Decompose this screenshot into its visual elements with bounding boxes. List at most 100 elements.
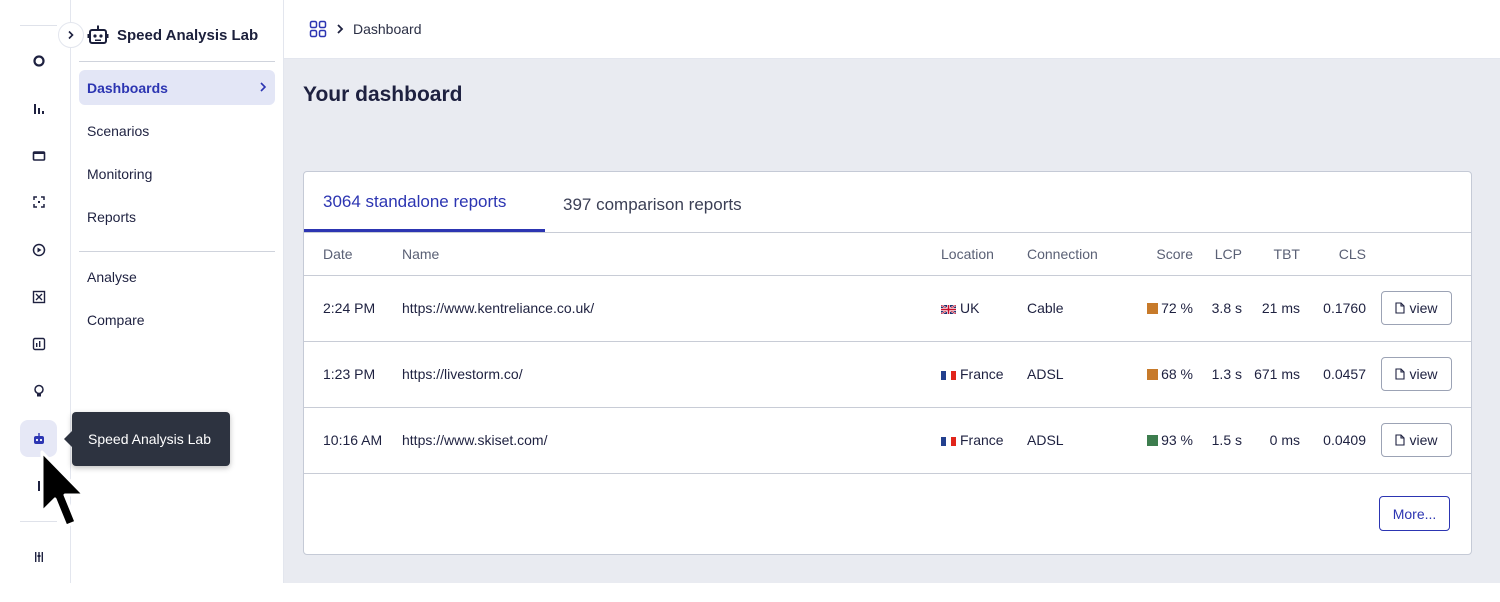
- bulb-icon[interactable]: [20, 372, 57, 409]
- cell-date: 10:16 AM: [304, 407, 402, 474]
- column-header-connection[interactable]: Connection: [1027, 233, 1134, 276]
- column-header-date[interactable]: Date: [304, 233, 402, 276]
- france-flag-icon: [941, 371, 956, 380]
- column-header-lcp[interactable]: LCP: [1193, 233, 1242, 276]
- cell-action: view: [1366, 341, 1471, 408]
- circle-icon[interactable]: [20, 42, 57, 79]
- cell-action: view: [1366, 275, 1471, 342]
- column-header-actions: [1366, 233, 1471, 276]
- scan-icon[interactable]: [20, 183, 57, 220]
- cell-tbt: 0 ms: [1242, 407, 1300, 474]
- window-icon[interactable]: [20, 137, 57, 174]
- cell-connection: ADSL: [1027, 341, 1134, 408]
- chevron-right-icon: [260, 82, 267, 92]
- sidebar-item-dashboards[interactable]: Dashboards: [79, 70, 275, 105]
- column-header-tbt[interactable]: TBT: [1242, 233, 1300, 276]
- cell-cls: 0.1760: [1300, 275, 1366, 342]
- sidebar-item-label: Reports: [87, 208, 137, 225]
- cell-lcp: 1.3 s: [1193, 341, 1242, 408]
- view-report-button[interactable]: view: [1381, 423, 1452, 457]
- score-value: 68 %: [1161, 366, 1193, 382]
- sidebar-item-label: Monitoring: [87, 165, 153, 182]
- score-indicator: [1147, 369, 1159, 380]
- mouse-cursor-icon: [40, 450, 86, 528]
- cell-cls: 0.0457: [1300, 341, 1366, 408]
- cell-date: 1:23 PM: [304, 341, 402, 408]
- score-indicator: [1147, 435, 1159, 446]
- reports-card: 3064 standalone reports 397 comparison r…: [303, 171, 1472, 555]
- location-label: France: [960, 366, 1004, 382]
- main-content: Your dashboard 3064 standalone reports 3…: [284, 59, 1500, 583]
- reports-table: Date Name Location Connection Score LCP …: [304, 233, 1471, 474]
- document-icon: [1395, 302, 1406, 314]
- table-row[interactable]: 10:16 AM https://www.skiset.com/ France …: [304, 407, 1471, 474]
- sidebar-collapse-button[interactable]: [58, 22, 84, 48]
- sidebar-divider: [79, 61, 275, 62]
- column-header-location[interactable]: Location: [941, 233, 1027, 276]
- cell-action: view: [1366, 407, 1471, 474]
- cell-score: 72 %: [1134, 275, 1193, 342]
- tabs: 3064 standalone reports 397 comparison r…: [304, 172, 1471, 233]
- tab-standalone-reports[interactable]: 3064 standalone reports: [323, 192, 506, 212]
- table-row[interactable]: 2:24 PM https://www.kentreliance.co.uk/ …: [304, 275, 1471, 342]
- cell-location: France: [941, 341, 1027, 408]
- sidebar-item-analyse[interactable]: Analyse: [79, 259, 275, 294]
- cell-name: https://www.skiset.com/: [402, 407, 941, 474]
- tab-comparison-reports[interactable]: 397 comparison reports: [563, 195, 742, 215]
- play-icon[interactable]: [20, 231, 57, 268]
- view-button-label: view: [1409, 366, 1438, 382]
- cell-connection: ADSL: [1027, 407, 1134, 474]
- more-button[interactable]: More...: [1379, 496, 1450, 531]
- column-header-name[interactable]: Name: [402, 233, 941, 276]
- sidebar-item-label: Scenarios: [87, 122, 150, 139]
- tooltip: Speed Analysis Lab: [64, 412, 230, 466]
- grid-icon[interactable]: [20, 278, 57, 315]
- chevron-right-icon: [337, 24, 344, 34]
- report-icon[interactable]: [20, 325, 57, 362]
- brand-name: Speed Analysis Lab: [117, 26, 259, 44]
- cell-score: 93 %: [1134, 407, 1193, 474]
- table-row[interactable]: 1:23 PM https://livestorm.co/ France ADS…: [304, 341, 1471, 408]
- cell-name: https://livestorm.co/: [402, 341, 941, 408]
- sidebar-item-monitoring[interactable]: Monitoring: [79, 156, 275, 191]
- score-indicator: [1147, 303, 1159, 314]
- table-header-row: Date Name Location Connection Score LCP …: [304, 233, 1471, 276]
- column-header-score[interactable]: Score: [1134, 233, 1193, 276]
- cell-tbt: 671 ms: [1242, 341, 1300, 408]
- sidebar-item-label: Analyse: [87, 268, 137, 285]
- view-report-button[interactable]: view: [1381, 357, 1452, 391]
- settings-sliders-icon[interactable]: [20, 538, 57, 575]
- location-label: France: [960, 432, 1004, 448]
- robot-logo-icon: [87, 25, 109, 44]
- view-button-label: view: [1409, 300, 1438, 316]
- view-report-button[interactable]: view: [1381, 291, 1452, 325]
- app-root: Speed Analysis Lab Dashboards Scenarios …: [0, 0, 1500, 602]
- cell-name: https://www.kentreliance.co.uk/: [402, 275, 941, 342]
- cell-cls: 0.0409: [1300, 407, 1366, 474]
- apps-grid-icon[interactable]: [309, 20, 327, 38]
- document-icon: [1395, 368, 1406, 380]
- location-label: UK: [960, 300, 980, 316]
- rail-divider: [20, 25, 57, 26]
- active-tab-indicator: [304, 229, 545, 232]
- sidebar-divider: [79, 251, 275, 252]
- breadcrumb-current: Dashboard: [353, 21, 422, 37]
- column-header-cls[interactable]: CLS: [1300, 233, 1366, 276]
- cell-lcp: 1.5 s: [1193, 407, 1242, 474]
- score-value: 93 %: [1161, 432, 1193, 448]
- bar-chart-icon[interactable]: [20, 90, 57, 127]
- cell-connection: Cable: [1027, 275, 1134, 342]
- cell-location: France: [941, 407, 1027, 474]
- chevron-right-icon: [68, 30, 74, 40]
- sidebar: Speed Analysis Lab Dashboards Scenarios …: [71, 0, 284, 583]
- cell-score: 68 %: [1134, 341, 1193, 408]
- cell-lcp: 3.8 s: [1193, 275, 1242, 342]
- top-bar: Dashboard: [284, 0, 1500, 59]
- sidebar-item-reports[interactable]: Reports: [79, 199, 275, 234]
- sidebar-item-compare[interactable]: Compare: [79, 302, 275, 337]
- uk-flag-icon: [941, 305, 956, 314]
- sidebar-item-scenarios[interactable]: Scenarios: [79, 113, 275, 148]
- cell-tbt: 21 ms: [1242, 275, 1300, 342]
- sidebar-item-label: Dashboards: [87, 79, 168, 96]
- cell-location: UK: [941, 275, 1027, 342]
